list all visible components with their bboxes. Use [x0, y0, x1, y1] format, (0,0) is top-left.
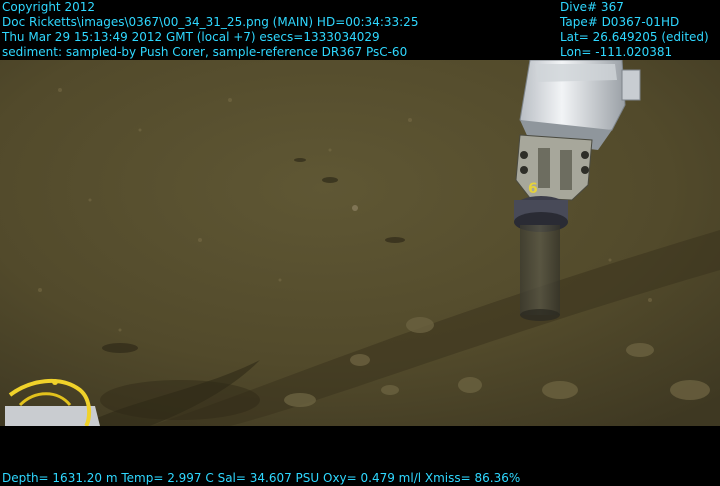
image-path-text: Doc Ricketts\images\0367\00_34_31_25.png… [2, 15, 419, 29]
tape-number-text: Tape# D0367-01HD [560, 15, 680, 29]
overlay-bottom: Depth= 1631.20 m Temp= 2.997 C Sal= 34.6… [2, 471, 520, 485]
timestamp-text: Thu Mar 29 15:13:49 2012 GMT (local +7) … [2, 30, 380, 44]
sample-description-text: sediment: sampled-by Push Corer, sample-… [2, 45, 408, 59]
seafloor-video-frame: 6 [0, 60, 720, 426]
longitude-text: Lon= -111.020381 [560, 45, 673, 59]
shadow-patch [100, 380, 260, 420]
overlay-top-right: Dive# 367 Tape# D0367-01HD Lat= 26.64920… [560, 0, 709, 60]
latitude-text: Lat= 26.649205 (edited) [560, 30, 709, 44]
push-corer: 6 [514, 181, 568, 321]
corer-label: 6 [528, 181, 538, 197]
copyright-text: Copyright 2012 [2, 0, 95, 14]
overlay-top-left: Copyright 2012 Doc Ricketts\images\0367\… [2, 0, 418, 60]
dive-number-text: Dive# 367 [560, 0, 624, 14]
sensor-readout-text: Depth= 1631.20 m Temp= 2.997 C Sal= 34.6… [2, 471, 521, 485]
